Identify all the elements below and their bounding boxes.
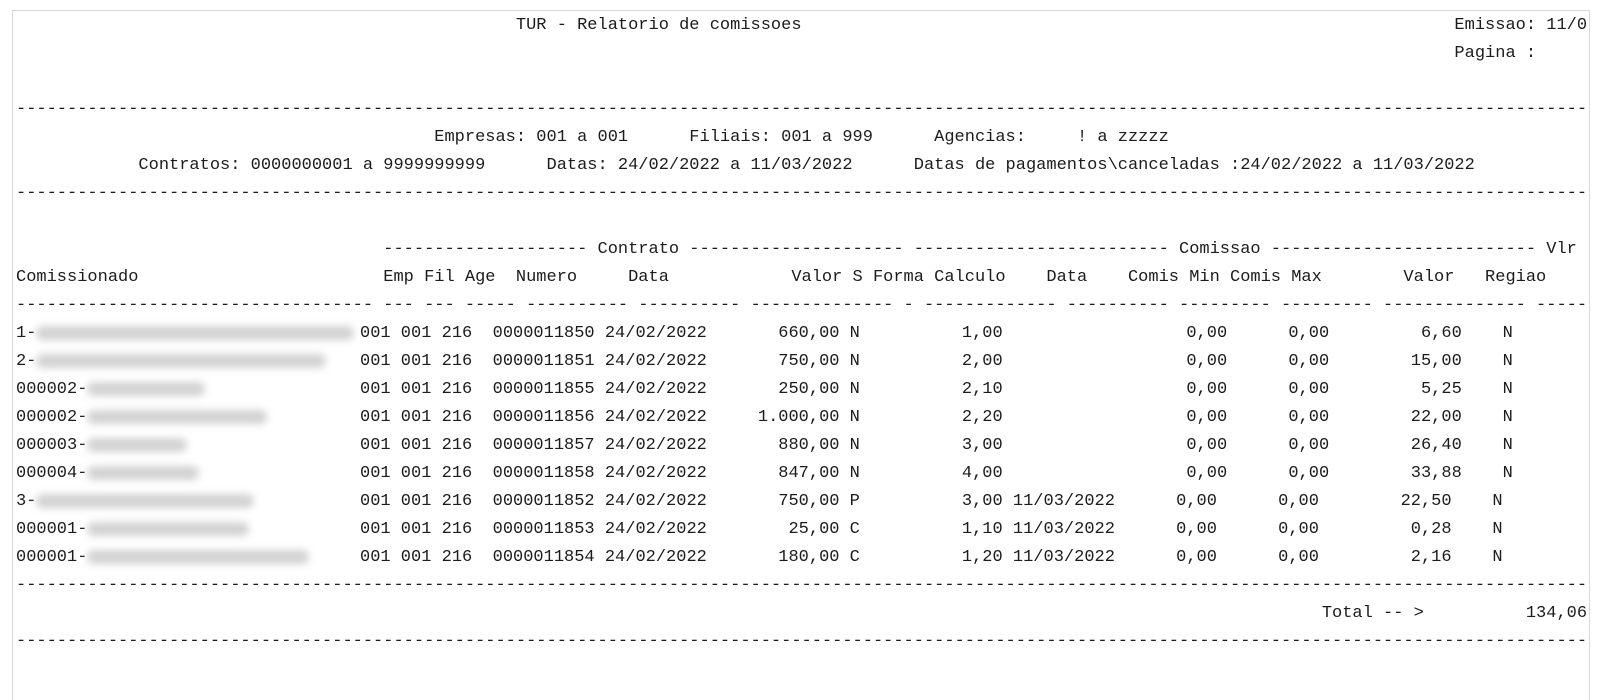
filters-line-1: Empresas: 001 a 001 Filiais: 001 a 999 A… [16,128,1169,147]
commissioned-code: 2- [16,352,37,371]
total-line: Total -- > 134,06 [16,604,1586,623]
separator: ----------------------------------------… [16,100,1586,119]
separator: ----------------------------------------… [16,632,1586,651]
page-number-line: Pagina : 001 [16,44,1586,63]
commissioned-name: 000001- [16,544,310,572]
commissioned-code: 3- [16,492,37,511]
commissioned-code: 000003- [16,436,88,455]
commissioned-code: 000002- [16,380,88,399]
commissioned-name: 000002- [16,376,206,404]
redacted-name [36,353,327,368]
redacted-name [87,465,200,480]
redacted-name [87,437,188,452]
column-header: Comissionado Emp Fil Age Numero Data Val… [16,268,1547,287]
table-row: 001 001 216 0000011855 24/02/2022 250,00… [360,380,1513,399]
commissioned-code: 1- [16,324,37,343]
separator: ----------------------------------------… [16,184,1586,203]
commissioned-name: 000004- [16,460,200,488]
table-row: 001 001 216 0000011850 24/02/2022 660,00… [360,324,1513,343]
table-row: 001 001 216 0000011854 24/02/2022 180,00… [360,548,1503,567]
commissioned-name: 1- [16,320,355,348]
commissioned-name: 000001- [16,516,250,544]
commissioned-code: 000001- [16,548,88,567]
commissioned-code: 000001- [16,520,88,539]
commissioned-name: 3- [16,488,255,516]
redacted-name [87,549,310,564]
commissioned-name: 000003- [16,432,188,460]
redacted-name [36,493,255,508]
redacted-name [36,325,355,340]
commissioned-name: 000002- [16,404,268,432]
column-header-rule: ----------------------------------- --- … [16,296,1586,315]
commissioned-name: 2- [16,348,327,376]
commissioned-code: 000004- [16,464,88,483]
commissioned-code: 000002- [16,408,88,427]
table-row: 001 001 216 0000011857 24/02/2022 880,00… [360,436,1513,455]
filters-line-2: Contratos: 0000000001 a 9999999999 Datas… [16,156,1475,175]
report-title-line: TUR - Relatorio de comissoes Emissao: 11… [16,16,1586,35]
table-row: 001 001 216 0000011858 24/02/2022 847,00… [360,464,1513,483]
redacted-name [87,409,268,424]
redacted-name [87,521,250,536]
table-row: 001 001 216 0000011856 24/02/2022 1.000,… [360,408,1513,427]
table-row: 001 001 216 0000011852 24/02/2022 750,00… [360,492,1503,511]
table-row: 001 001 216 0000011851 24/02/2022 750,00… [360,352,1513,371]
table-row: 001 001 216 0000011853 24/02/2022 25,00 … [360,520,1503,539]
column-group-header: -------------------- Contrato ----------… [16,240,1586,259]
separator: ----------------------------------------… [16,576,1586,595]
redacted-name [87,381,206,396]
